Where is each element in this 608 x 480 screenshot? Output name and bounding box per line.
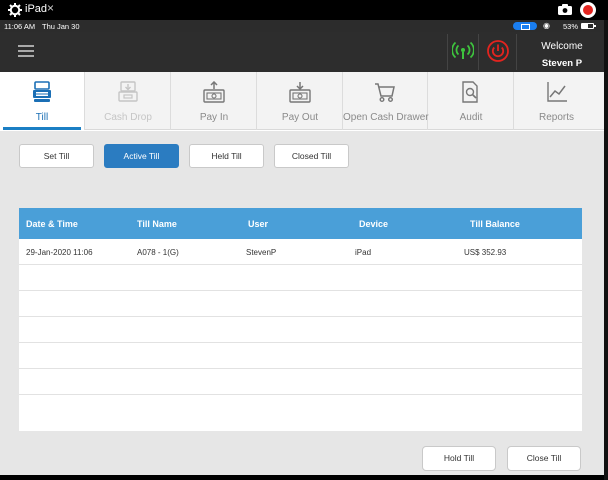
table-row-empty: [19, 343, 582, 369]
cell-date-time: 29-Jan-2020 11:06: [26, 248, 93, 257]
status-time: 11:06 AM: [4, 22, 36, 31]
tab-audit[interactable]: Audit: [429, 72, 514, 130]
held-till-button[interactable]: Held Till: [189, 144, 264, 168]
gear-icon[interactable]: [7, 2, 23, 18]
cell-till-name: A078 - 1(G): [137, 248, 179, 257]
tab-pay-out[interactable]: Pay Out: [258, 72, 343, 130]
cart-icon: [375, 83, 395, 103]
tab-open-cash-drawer-label: Open Cash Drawer: [343, 112, 429, 123]
table-row-empty: [19, 369, 582, 395]
hold-till-button[interactable]: Hold Till: [422, 446, 496, 471]
till-icon: [33, 81, 51, 102]
tab-cash-drop[interactable]: Cash Drop: [86, 72, 171, 130]
tab-pay-in-label: Pay In: [199, 112, 229, 123]
status-date: Thu Jan 30: [42, 22, 80, 31]
welcome-block: Welcome Steven P: [520, 38, 604, 72]
app-header: Welcome Steven P: [0, 32, 604, 72]
column-header-device[interactable]: Device: [359, 219, 388, 229]
battery-icon: [581, 23, 596, 29]
window-title-bar: iPad ×: [0, 0, 608, 20]
audit-icon: [462, 81, 478, 103]
table-row-empty: [19, 317, 582, 343]
till-content: Set Till Active Till Held Till Closed Ti…: [0, 131, 604, 475]
screen-cast-icon: [513, 22, 537, 30]
close-till-button[interactable]: Close Till: [507, 446, 581, 471]
window-edge: [604, 20, 608, 480]
reports-icon: [546, 82, 567, 102]
table-row-empty: [19, 265, 582, 291]
set-till-button[interactable]: Set Till: [19, 144, 94, 168]
tab-till-label: Till: [35, 112, 49, 123]
till-table: Date & Time Till Name User Device Till B…: [19, 208, 582, 431]
cell-user: StevenP: [246, 248, 277, 257]
ipad-screen: 11:06 AM Thu Jan 30 ◉ 53% Welcome Steven…: [0, 20, 604, 475]
table-header: Date & Time Till Name User Device Till B…: [19, 208, 582, 239]
column-header-till-name[interactable]: Till Name: [137, 219, 177, 229]
tab-reports[interactable]: Reports: [514, 72, 599, 130]
pay-in-icon: [203, 81, 225, 103]
column-header-till-balance[interactable]: Till Balance: [470, 219, 520, 229]
wifi-icon: ◉: [543, 21, 550, 30]
welcome-label: Welcome: [541, 41, 583, 52]
header-divider: [447, 34, 448, 70]
tab-till[interactable]: Till: [0, 72, 85, 130]
pay-out-icon: [289, 82, 311, 103]
window-title: iPad: [25, 3, 48, 15]
tab-open-cash-drawer[interactable]: Open Cash Drawer: [343, 72, 429, 130]
closed-till-button[interactable]: Closed Till: [274, 144, 349, 168]
camera-icon[interactable]: [558, 4, 572, 15]
main-tab-bar: Till Cash Drop Pay In Pay Out Open Cash …: [0, 72, 604, 130]
record-icon[interactable]: [580, 2, 596, 18]
menu-icon[interactable]: [18, 45, 34, 58]
column-header-user[interactable]: User: [248, 219, 268, 229]
network-status-icon: [452, 41, 474, 59]
active-till-button[interactable]: Active Till: [104, 144, 179, 168]
power-icon[interactable]: [487, 40, 509, 62]
table-row-empty: [19, 395, 582, 421]
tab-reports-label: Reports: [538, 112, 574, 123]
table-row-empty: [19, 291, 582, 317]
header-divider: [478, 34, 479, 70]
cash-drop-icon: [118, 81, 138, 102]
status-bar: 11:06 AM Thu Jan 30 ◉ 53%: [0, 20, 604, 32]
user-name: Steven P: [541, 58, 583, 69]
tab-cash-drop-label: Cash Drop: [104, 112, 152, 123]
tab-pay-out-label: Pay Out: [281, 112, 319, 123]
header-divider: [516, 34, 517, 70]
cell-till-balance: US$ 352.93: [464, 248, 507, 257]
battery-percent: 53%: [563, 22, 579, 31]
table-row[interactable]: 29-Jan-2020 11:06 A078 - 1(G) StevenP iP…: [19, 239, 582, 265]
tab-pay-in[interactable]: Pay In: [172, 72, 257, 130]
close-icon[interactable]: ×: [47, 1, 54, 15]
cell-device: iPad: [355, 248, 372, 257]
column-header-date-time[interactable]: Date & Time: [26, 219, 78, 229]
tab-audit-label: Audit: [459, 112, 483, 123]
